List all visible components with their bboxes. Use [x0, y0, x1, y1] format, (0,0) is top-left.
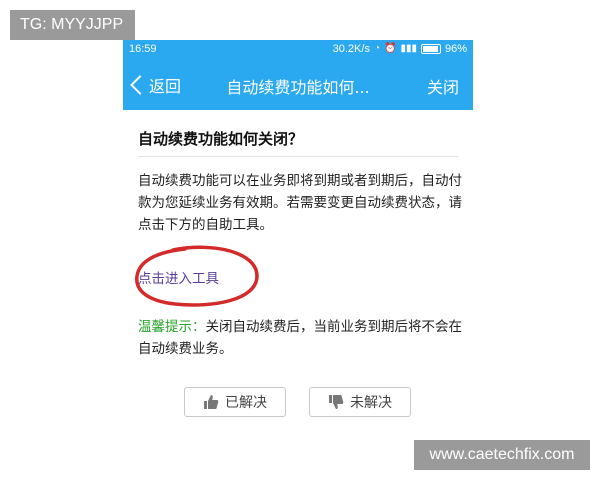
battery-percent: 96%	[444, 43, 467, 55]
enter-tool-link[interactable]: 点击进入工具	[138, 267, 219, 287]
thumbs-down-icon	[329, 395, 344, 409]
answer-body: 自动续费功能可以在业务即将到期或者到期后，自动付款为您延续业务有效期。若需要变更…	[138, 173, 462, 233]
unsolved-button[interactable]: 未解决	[309, 387, 411, 417]
back-button[interactable]: 返回	[129, 72, 181, 98]
back-label: 返回	[149, 77, 182, 96]
phone-screen: 16:59 30.2K/s ◔ ⏰ ▮▮▮ 96% 返回 自动续费功能如何...…	[123, 40, 473, 480]
close-button[interactable]: 关闭	[427, 74, 459, 98]
divider	[138, 156, 458, 157]
tip-label: 温馨提示：	[138, 319, 206, 335]
signal-icon: ▮▮▮	[400, 43, 417, 54]
chevron-left-icon	[130, 75, 150, 95]
solved-button[interactable]: 已解决	[184, 387, 286, 417]
tg-overlay-label: TG: MYYJJPP	[10, 10, 135, 40]
nav-bar: 返回 自动续费功能如何... 关闭	[123, 60, 473, 110]
status-time: 16:59	[129, 43, 157, 55]
solved-label: 已解决	[225, 395, 267, 411]
watermark-label: www.caetechfix.com	[414, 440, 590, 470]
tip-text: 温馨提示：关闭自动续费后，当前业务到期后将不会在自动续费业务。	[138, 316, 463, 360]
thumbs-up-icon	[204, 395, 219, 409]
status-icons: 30.2K/s ◔ ⏰ ▮▮▮ 96%	[333, 43, 467, 55]
network-speed: 30.2K/s	[332, 43, 370, 55]
status-bar: 16:59 30.2K/s ◔ ⏰ ▮▮▮ 96%	[123, 40, 473, 60]
silent-icon: ◔	[373, 43, 380, 54]
unsolved-label: 未解决	[350, 395, 392, 411]
battery-icon	[420, 44, 441, 54]
alarm-icon: ⏰	[384, 43, 397, 54]
question-title: 自动续费功能如何关闭？	[138, 130, 304, 148]
